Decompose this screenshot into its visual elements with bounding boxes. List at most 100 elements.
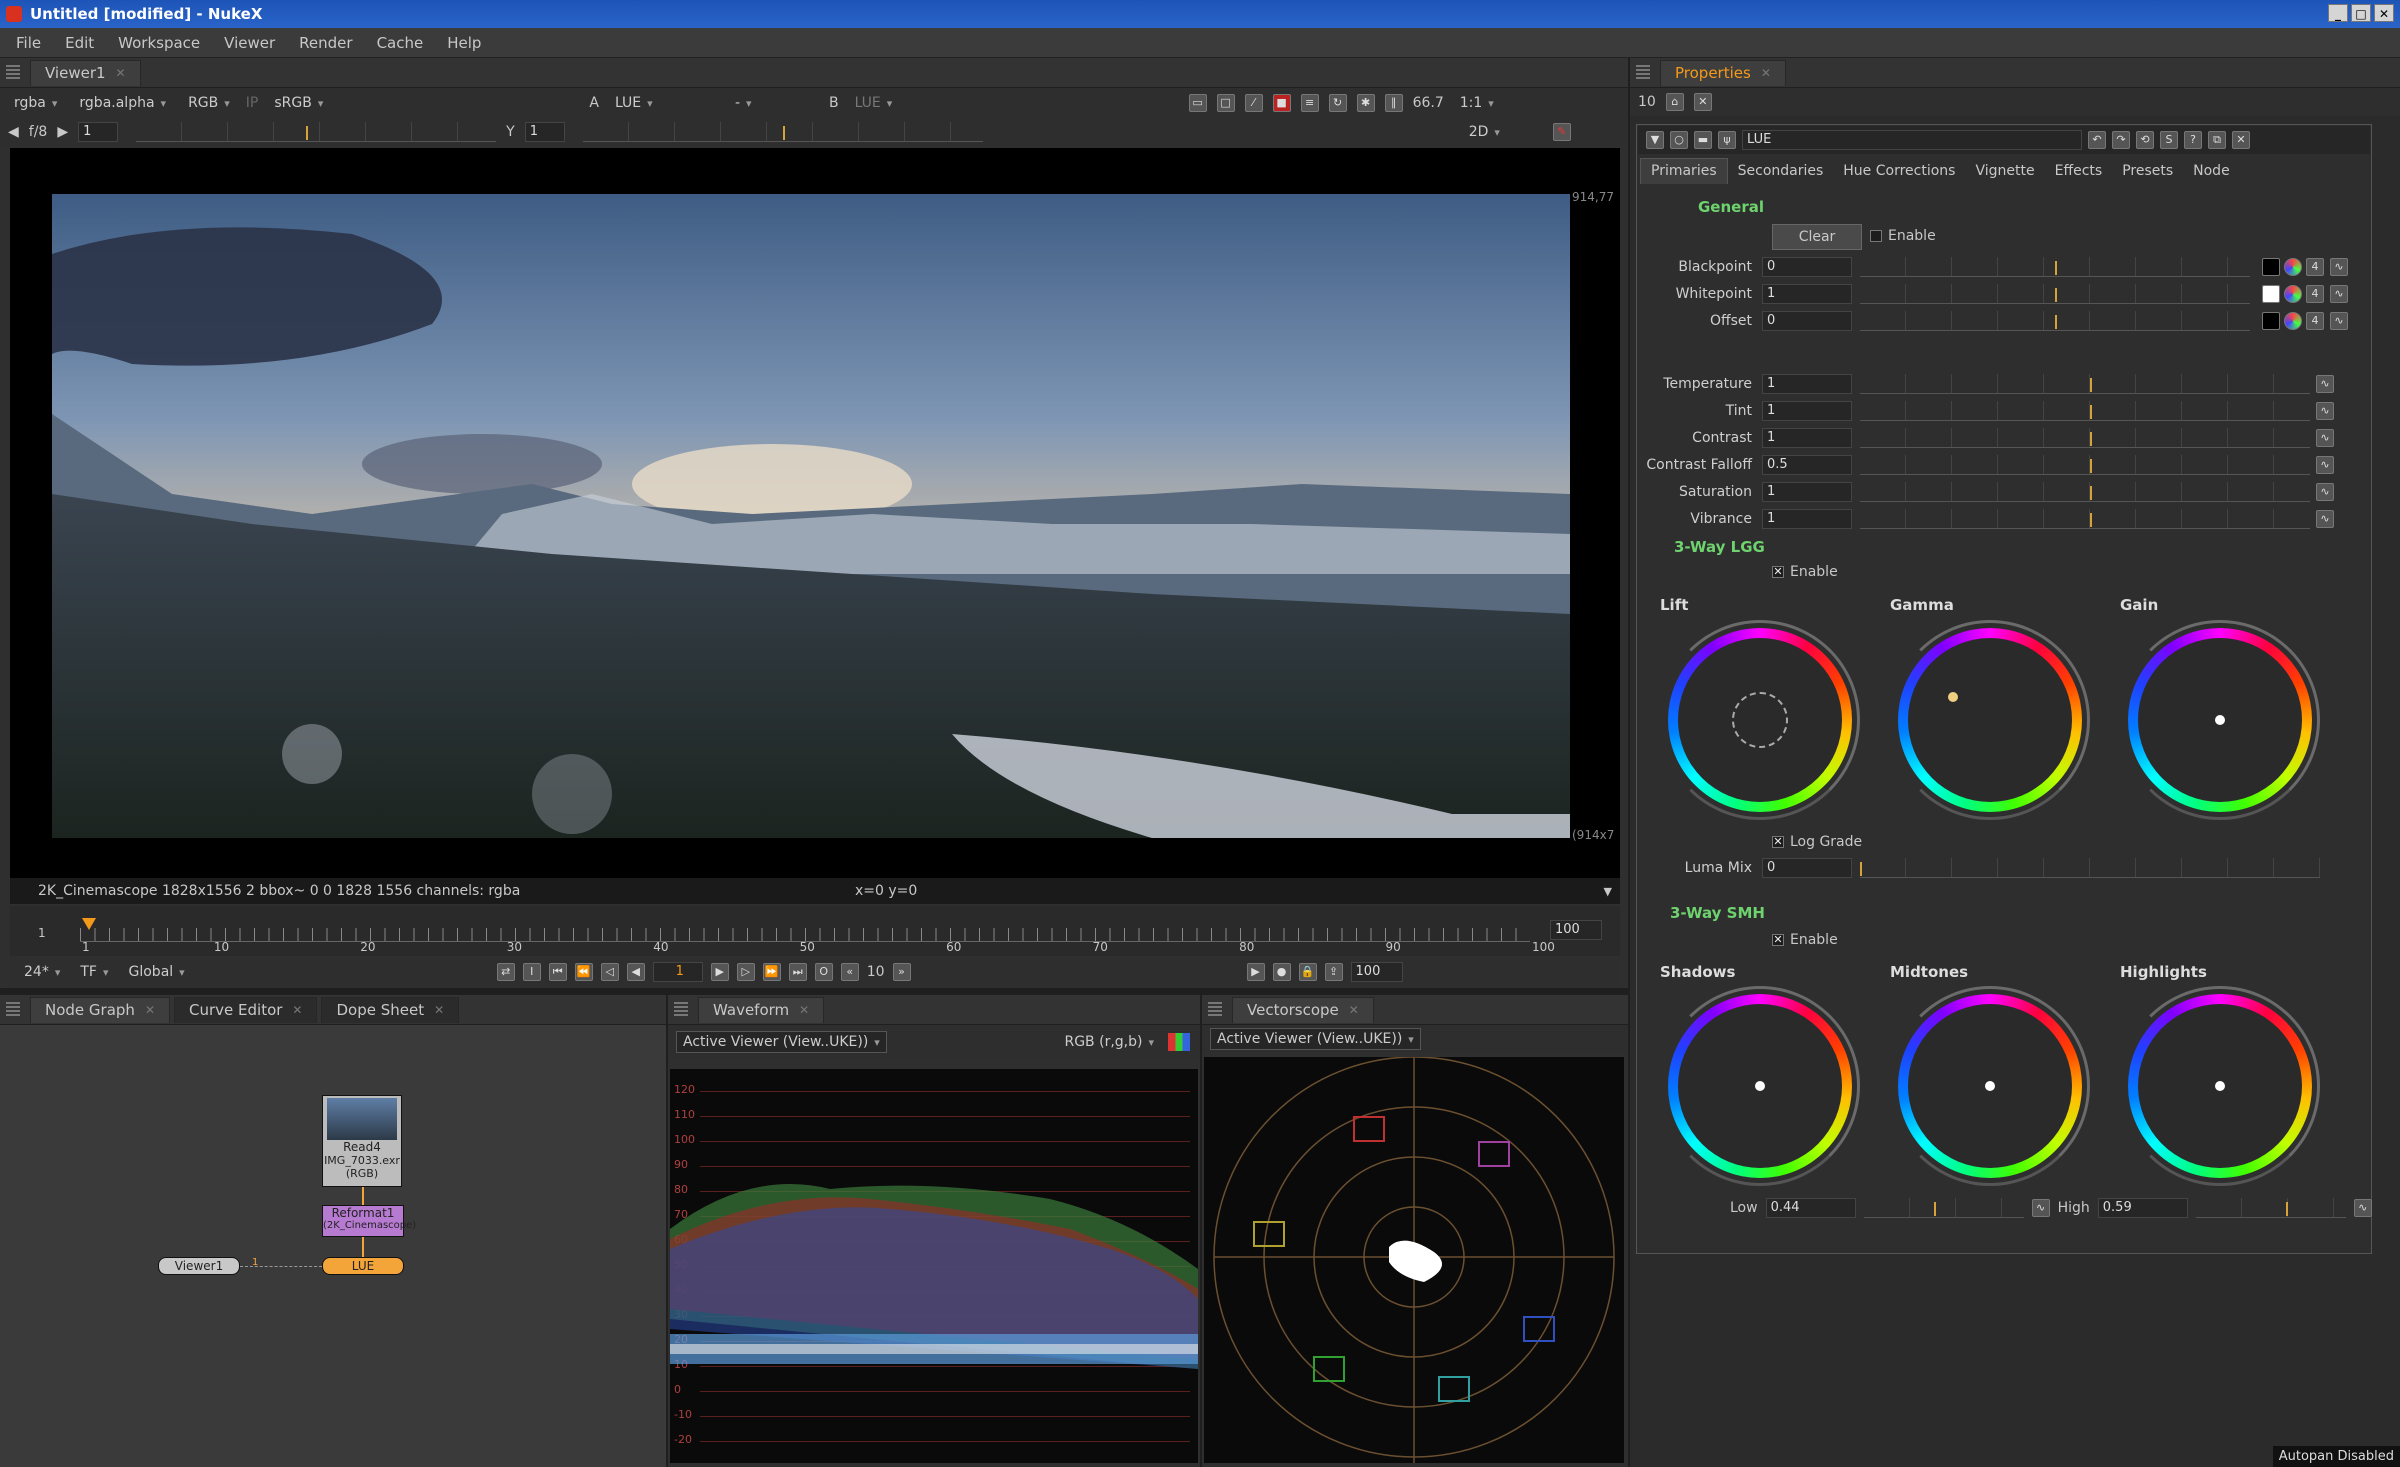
channel-count-button[interactable]: 4	[2306, 258, 2324, 276]
param-slider[interactable]	[1860, 401, 2310, 421]
panel-grip-icon[interactable]	[6, 64, 20, 81]
tab-node[interactable]: Node	[2183, 158, 2240, 184]
b-input-dropdown[interactable]: LUE	[849, 93, 939, 113]
reformat-node[interactable]: Reformat1 (2K_Cinemascope)	[322, 1205, 416, 1237]
highlights-color-wheel[interactable]	[2120, 986, 2320, 1186]
channel-count-button[interactable]: 4	[2306, 312, 2324, 330]
curve-icon[interactable]: ∿	[2031, 1199, 2050, 1217]
refresh-icon[interactable]: ↻	[1328, 94, 1347, 112]
in-point-icon[interactable]: I	[522, 963, 541, 981]
out-point-icon[interactable]: O	[814, 963, 833, 981]
record-icon[interactable]: ●	[1272, 963, 1291, 981]
prev-keyframe-icon[interactable]: ⏪	[574, 963, 593, 981]
color-swatch-icon[interactable]	[2262, 258, 2280, 276]
param-field[interactable]: 1	[1762, 401, 1852, 421]
high-field[interactable]: 0.59	[2097, 1198, 2188, 1218]
lines-icon[interactable]: ≡	[1300, 94, 1319, 112]
viewer1-node[interactable]: Viewer1	[158, 1257, 240, 1275]
tab-presets[interactable]: Presets	[2112, 158, 2183, 184]
tab-properties[interactable]: Properties ✕	[1660, 59, 1786, 86]
param-slider[interactable]	[1860, 455, 2310, 475]
smh-enable-checkbox[interactable]: ✕ Enable	[1772, 932, 1838, 948]
shadows-color-wheel[interactable]	[1660, 986, 1860, 1186]
play-forward-icon[interactable]: ▶	[710, 963, 729, 981]
animation-curve-icon[interactable]: ∿	[2316, 456, 2334, 474]
midtones-color-wheel[interactable]	[1890, 986, 2090, 1186]
param-field[interactable]: 1	[1762, 374, 1852, 394]
fstop-value[interactable]: f/8	[29, 124, 48, 140]
tab-hue-corrections[interactable]: Hue Corrections	[1833, 158, 1965, 184]
rgb-parade-icon[interactable]	[1168, 1033, 1190, 1051]
low-field[interactable]: 0.44	[1765, 1198, 1856, 1218]
color-picker-icon[interactable]	[2284, 285, 2302, 303]
midtones-puck[interactable]	[1985, 1081, 1995, 1091]
minimize-button[interactable]: _	[2328, 4, 2348, 22]
panel-grip-icon[interactable]	[1208, 1001, 1222, 1018]
max-panels-field[interactable]: 10	[1638, 94, 1656, 110]
param-field[interactable]: 1	[1762, 509, 1852, 529]
ratio-dropdown[interactable]: 1:1	[1454, 93, 1500, 113]
param-slider[interactable]	[1860, 482, 2310, 502]
play-backward-icon[interactable]: ◀	[626, 963, 645, 981]
param-field[interactable]: 1	[1762, 482, 1852, 502]
export-icon[interactable]: ⇪	[1324, 963, 1343, 981]
animation-curve-icon[interactable]: ∿	[2316, 429, 2334, 447]
gamma-puck[interactable]	[1948, 692, 1958, 702]
param-slider[interactable]	[1860, 284, 2250, 304]
param-slider[interactable]	[1860, 428, 2310, 448]
fstop-right-arrow-icon[interactable]: ▶	[57, 124, 68, 140]
log-grade-checkbox[interactable]: ✕ Log Grade	[1772, 834, 1862, 850]
tf-dropdown[interactable]: TF	[74, 962, 114, 982]
menu-render[interactable]: Render	[299, 34, 352, 52]
menu-edit[interactable]: Edit	[65, 34, 94, 52]
pause-icon[interactable]: ∥	[1384, 94, 1403, 112]
close-tab-icon[interactable]: ✕	[116, 66, 126, 80]
close-tab-icon[interactable]: ✕	[145, 1003, 155, 1017]
info-dropdown-icon[interactable]: ▼	[1604, 885, 1612, 898]
clear-panels-icon[interactable]: ✕	[1693, 93, 1712, 111]
waveform-mode-dropdown[interactable]: RGB (r,g,b)	[1058, 1032, 1160, 1052]
tab-curve-editor[interactable]: Curve Editor ✕	[174, 996, 318, 1023]
read-node[interactable]: Read4 IMG_7033.exr (RGB)	[322, 1095, 402, 1187]
end-frame-field[interactable]: 100	[1350, 962, 1403, 982]
param-slider[interactable]	[1860, 257, 2250, 277]
lue-node[interactable]: LUE	[322, 1257, 404, 1275]
display-dropdown[interactable]: RGB	[182, 93, 236, 113]
lock-icon[interactable]: ⌂	[1665, 93, 1684, 111]
step-back-icon[interactable]: «	[840, 963, 859, 981]
param-slider[interactable]	[1860, 311, 2250, 331]
tab-waveform[interactable]: Waveform ✕	[698, 996, 825, 1023]
channel-count-button[interactable]: 4	[2306, 285, 2324, 303]
prev-frame-icon[interactable]: ◁	[600, 963, 619, 981]
settings-icon[interactable]: S	[2160, 131, 2178, 149]
tab-secondaries[interactable]: Secondaries	[1728, 158, 1834, 184]
low-slider[interactable]	[1863, 1198, 2024, 1218]
close-tab-icon[interactable]: ✕	[434, 1003, 444, 1017]
param-slider[interactable]	[1860, 509, 2310, 529]
luma-mix-field[interactable]: 0	[1762, 858, 1852, 878]
color-swatch-icon[interactable]	[2262, 285, 2280, 303]
gain-puck[interactable]	[2215, 715, 2225, 725]
frame-step-field[interactable]: 10	[867, 964, 885, 980]
lift-color-wheel[interactable]	[1660, 620, 1860, 820]
channels-dropdown[interactable]: rgba	[8, 93, 63, 113]
close-tab-icon[interactable]: ✕	[1349, 1003, 1359, 1017]
high-slider[interactable]	[2195, 1198, 2346, 1218]
global-dropdown[interactable]: Global	[123, 962, 191, 982]
last-frame-icon[interactable]: ⏭	[788, 963, 807, 981]
vectorscope-source-dropdown[interactable]: Active Viewer (View..UKE))	[1210, 1028, 1421, 1050]
panel-grip-icon[interactable]	[1636, 64, 1650, 81]
pin-icon[interactable]: ψ	[1718, 131, 1736, 149]
param-field[interactable]: 1	[1762, 284, 1852, 304]
stripes-icon[interactable]: ⁄	[1244, 94, 1263, 112]
param-field[interactable]: 0.5	[1762, 455, 1852, 475]
param-field[interactable]: 1	[1762, 428, 1852, 448]
float-icon[interactable]: ⧉	[2208, 131, 2226, 149]
redo-icon[interactable]: ↷	[2112, 131, 2130, 149]
lift-puck[interactable]	[1732, 692, 1788, 748]
clip-warning-icon[interactable]: ■	[1272, 94, 1291, 112]
menu-viewer[interactable]: Viewer	[224, 34, 275, 52]
next-keyframe-icon[interactable]: ⏩	[762, 963, 781, 981]
a-input-dropdown[interactable]: LUE	[609, 93, 719, 113]
ip-toggle[interactable]: IP	[246, 95, 259, 111]
